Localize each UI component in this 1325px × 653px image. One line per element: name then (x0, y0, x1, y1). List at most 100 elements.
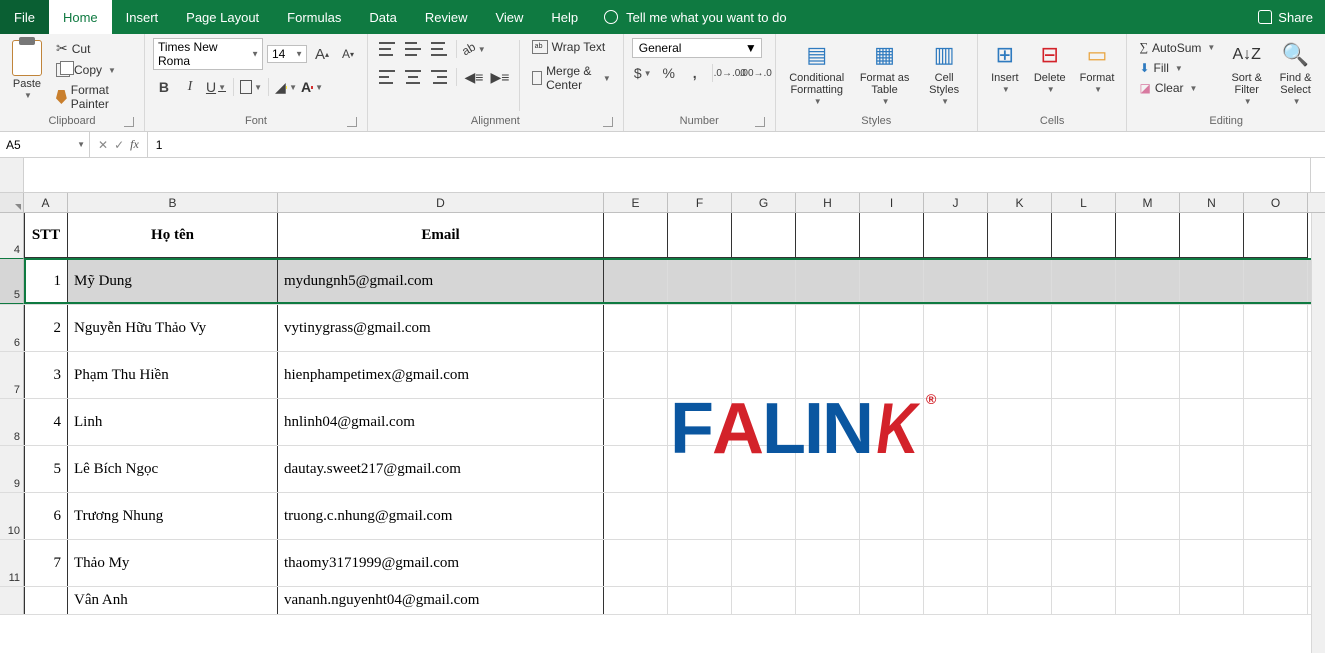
cell-stt[interactable] (24, 587, 68, 614)
cell-name[interactable]: Nguyễn Hữu Thảo Vy (68, 305, 278, 351)
decrease-decimal-button[interactable]: .00→.0 (745, 62, 767, 84)
cell-stt[interactable]: 1 (24, 258, 68, 304)
format-as-table-button[interactable]: ▦Format as Table▼ (856, 38, 914, 109)
col-header-F[interactable]: F (668, 193, 732, 212)
cell-email[interactable]: hienphampetimex@gmail.com (278, 352, 604, 398)
paste-button[interactable]: Paste ▼ (8, 38, 46, 103)
number-format-select[interactable]: General▼ (632, 38, 762, 58)
tab-formulas[interactable]: Formulas (273, 0, 355, 34)
delete-cells-button[interactable]: ⊟Delete▼ (1030, 38, 1070, 97)
format-painter-button[interactable]: Format Painter (52, 81, 136, 113)
row-header-10[interactable]: 10 (0, 493, 24, 539)
cell-stt[interactable]: 5 (24, 446, 68, 492)
cell-email[interactable]: vytinygrass@gmail.com (278, 305, 604, 351)
cell-name[interactable]: Vân Anh (68, 587, 278, 614)
align-center-button[interactable] (402, 66, 424, 88)
bold-button[interactable]: B (153, 76, 175, 98)
increase-font-button[interactable]: A▴ (311, 43, 333, 65)
row-header-last[interactable] (0, 587, 24, 614)
merge-center-button[interactable]: Merge & Center▼ (528, 62, 615, 94)
tab-file[interactable]: File (0, 0, 49, 34)
orientation-button[interactable]: ab▼ (463, 38, 485, 60)
cell-name[interactable]: Phạm Thu Hiền (68, 352, 278, 398)
underline-button[interactable]: U▼ (205, 76, 227, 98)
tab-page-layout[interactable]: Page Layout (172, 0, 273, 34)
row-header-9[interactable]: 9 (0, 446, 24, 492)
wrap-text-button[interactable]: abWrap Text (528, 38, 615, 56)
col-header-L[interactable]: L (1052, 193, 1116, 212)
col-header-D[interactable]: D (278, 193, 604, 212)
comma-format-button[interactable]: , (684, 62, 706, 84)
font-size-select[interactable]: 14▼ (267, 45, 307, 63)
percent-format-button[interactable]: % (658, 62, 680, 84)
autosum-button[interactable]: ∑AutoSum▼ (1135, 38, 1219, 57)
tab-data[interactable]: Data (355, 0, 410, 34)
accounting-format-button[interactable]: $▼ (632, 62, 654, 84)
cell-email[interactable]: hnlinh04@gmail.com (278, 399, 604, 445)
col-header-H[interactable]: H (796, 193, 860, 212)
cell-email[interactable]: truong.c.nhung@gmail.com (278, 493, 604, 539)
tab-home[interactable]: Home (49, 0, 112, 34)
conditional-formatting-button[interactable]: ▤Conditional Formatting▼ (784, 38, 850, 109)
select-all-corner[interactable] (0, 193, 24, 212)
enter-formula-button[interactable]: ✓ (114, 138, 124, 152)
fill-color-button[interactable]: ◢▼ (275, 76, 297, 98)
cell-email[interactable]: mydungnh5@gmail.com (278, 258, 604, 304)
tab-insert[interactable]: Insert (112, 0, 173, 34)
row-header-6[interactable]: 6 (0, 305, 24, 351)
cell-name[interactable]: Linh (68, 399, 278, 445)
border-button[interactable]: ▼ (240, 76, 262, 98)
col-header-K[interactable]: K (988, 193, 1052, 212)
decrease-indent-button[interactable]: ◀≡ (463, 66, 485, 88)
col-header-A[interactable]: A (24, 193, 68, 212)
copy-button[interactable]: Copy▼ (52, 61, 136, 79)
worksheet-grid[interactable]: A B D E F G H I J K L M N O 4 STT Họ tên… (0, 193, 1325, 653)
cell-stt[interactable]: 6 (24, 493, 68, 539)
cell-name[interactable]: Trương Nhung (68, 493, 278, 539)
col-header-G[interactable]: G (732, 193, 796, 212)
alignment-launcher[interactable] (603, 117, 613, 127)
format-cells-button[interactable]: ▭Format▼ (1076, 38, 1119, 97)
font-color-button[interactable]: A▼ (301, 76, 323, 98)
cell-styles-button[interactable]: ▥Cell Styles▼ (919, 38, 968, 109)
fill-button[interactable]: ⬇Fill▼ (1135, 59, 1219, 77)
font-launcher[interactable] (347, 117, 357, 127)
decrease-font-button[interactable]: A▾ (337, 43, 359, 65)
formula-input[interactable]: 1 (148, 132, 1325, 157)
tab-view[interactable]: View (481, 0, 537, 34)
cell-email[interactable]: vananh.nguyenht04@gmail.com (278, 587, 604, 614)
vertical-scrollbar[interactable] (1311, 213, 1325, 653)
tell-me[interactable]: Tell me what you want to do (592, 0, 798, 34)
cell-email[interactable]: thaomy3171999@gmail.com (278, 540, 604, 586)
row-header-8[interactable]: 8 (0, 399, 24, 445)
font-name-select[interactable]: Times New Roma▼ (153, 38, 263, 70)
row-header-11[interactable]: 11 (0, 540, 24, 586)
col-header-E[interactable]: E (604, 193, 668, 212)
cell-name[interactable]: Thảo My (68, 540, 278, 586)
col-header-N[interactable]: N (1180, 193, 1244, 212)
col-header-B[interactable]: B (68, 193, 278, 212)
number-launcher[interactable] (755, 117, 765, 127)
name-box[interactable]: A5▼ (0, 132, 90, 157)
header-email[interactable]: Email (278, 213, 604, 258)
row-header-5[interactable]: 5 (0, 258, 24, 304)
align-top-button[interactable] (376, 38, 398, 60)
tab-review[interactable]: Review (411, 0, 482, 34)
sort-filter-button[interactable]: A↓ZSort & Filter▼ (1225, 38, 1268, 109)
col-header-I[interactable]: I (860, 193, 924, 212)
cancel-formula-button[interactable]: ✕ (98, 138, 108, 152)
increase-indent-button[interactable]: ▶≡ (489, 66, 511, 88)
cell-name[interactable]: Lê Bích Ngọc (68, 446, 278, 492)
col-header-M[interactable]: M (1116, 193, 1180, 212)
align-middle-button[interactable] (402, 38, 424, 60)
col-header-J[interactable]: J (924, 193, 988, 212)
clipboard-launcher[interactable] (124, 117, 134, 127)
cell-stt[interactable]: 4 (24, 399, 68, 445)
share-button[interactable]: Share (1246, 0, 1325, 34)
cell-stt[interactable]: 3 (24, 352, 68, 398)
row-header-7[interactable]: 7 (0, 352, 24, 398)
find-select-button[interactable]: 🔍Find & Select▼ (1274, 38, 1317, 109)
align-right-button[interactable] (428, 66, 450, 88)
cell-email[interactable]: dautay.sweet217@gmail.com (278, 446, 604, 492)
tab-help[interactable]: Help (537, 0, 592, 34)
